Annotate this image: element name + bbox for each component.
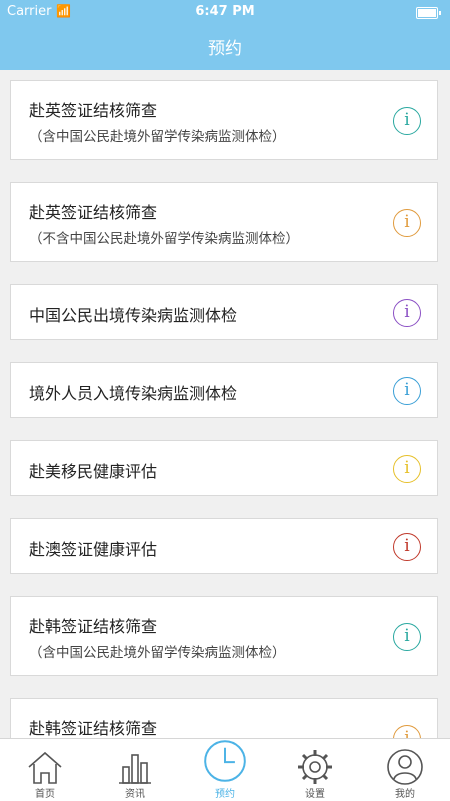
tab-label: 资讯 — [125, 789, 145, 800]
tab-label: 首页 — [35, 789, 55, 800]
battery-icon — [416, 7, 441, 19]
item-subtitle: （含中国公民赴境外留学传染病监测体检） — [29, 645, 286, 661]
item-title: 赴韩签证结核筛查 — [29, 719, 158, 738]
clock-icon — [204, 740, 246, 782]
list-item[interactable]: 赴美移民健康评估 i — [10, 440, 438, 496]
item-title: 中国公民出境传染病监测体检 — [29, 306, 238, 325]
item-subtitle: （含中国公民赴境外留学传染病监测体检） — [29, 129, 286, 145]
item-title: 境外人员入境传染病监测体检 — [29, 384, 238, 403]
page-title: 预约 — [208, 39, 242, 59]
status-time: 6:47 PM — [195, 4, 255, 19]
info-icon[interactable]: i — [393, 455, 421, 483]
tab-appointment[interactable]: 预约 — [180, 739, 270, 801]
info-icon[interactable]: i — [393, 725, 421, 738]
info-icon[interactable]: i — [393, 107, 421, 135]
tab-settings[interactable]: 设置 — [270, 739, 360, 801]
item-title: 赴英签证结核筛查 — [29, 101, 158, 120]
user-icon — [387, 749, 423, 785]
info-icon[interactable]: i — [393, 209, 421, 237]
list-item[interactable]: 赴英签证结核筛查 （含中国公民赴境外留学传染病监测体检） i — [10, 80, 438, 160]
list-item[interactable]: 赴韩签证结核筛查 i — [10, 698, 438, 738]
info-icon[interactable]: i — [393, 533, 421, 561]
tab-news[interactable]: 资讯 — [90, 739, 180, 801]
nav-bar: Carrier 📶 6:47 PM 预约 — [0, 0, 450, 70]
item-title: 赴美移民健康评估 — [29, 462, 158, 481]
info-icon[interactable]: i — [393, 299, 421, 327]
list-item[interactable]: 境外人员入境传染病监测体检 i — [10, 362, 438, 418]
list-item[interactable]: 赴英签证结核筛查 （不含中国公民赴境外留学传染病监测体检） i — [10, 182, 438, 262]
home-icon — [28, 751, 62, 784]
list-item[interactable]: 中国公民出境传染病监测体检 i — [10, 284, 438, 340]
tab-bar: 首页 资讯 预约 设置 我的 — [0, 738, 450, 801]
bar-chart-icon — [119, 754, 151, 784]
tab-label: 我的 — [395, 789, 415, 800]
item-title: 赴韩签证结核筛查 — [29, 617, 158, 636]
info-icon[interactable]: i — [393, 377, 421, 405]
item-subtitle: （不含中国公民赴境外留学传染病监测体检） — [29, 231, 299, 247]
list-item[interactable]: 赴澳签证健康评估 i — [10, 518, 438, 574]
tab-profile[interactable]: 我的 — [360, 739, 450, 801]
list-item[interactable]: 赴韩签证结核筛查 （含中国公民赴境外留学传染病监测体检） i — [10, 596, 438, 676]
tab-label: 设置 — [305, 789, 325, 800]
info-icon[interactable]: i — [393, 623, 421, 651]
item-title: 赴澳签证健康评估 — [29, 540, 158, 559]
item-title: 赴英签证结核筛查 — [29, 203, 158, 222]
tab-label: 预约 — [215, 789, 235, 800]
appointment-list: 赴英签证结核筛查 （含中国公民赴境外留学传染病监测体检） i 赴英签证结核筛查 … — [0, 70, 450, 738]
gear-icon — [298, 750, 332, 784]
status-bar: Carrier 📶 6:47 PM — [0, 0, 450, 24]
tab-home[interactable]: 首页 — [0, 739, 90, 801]
